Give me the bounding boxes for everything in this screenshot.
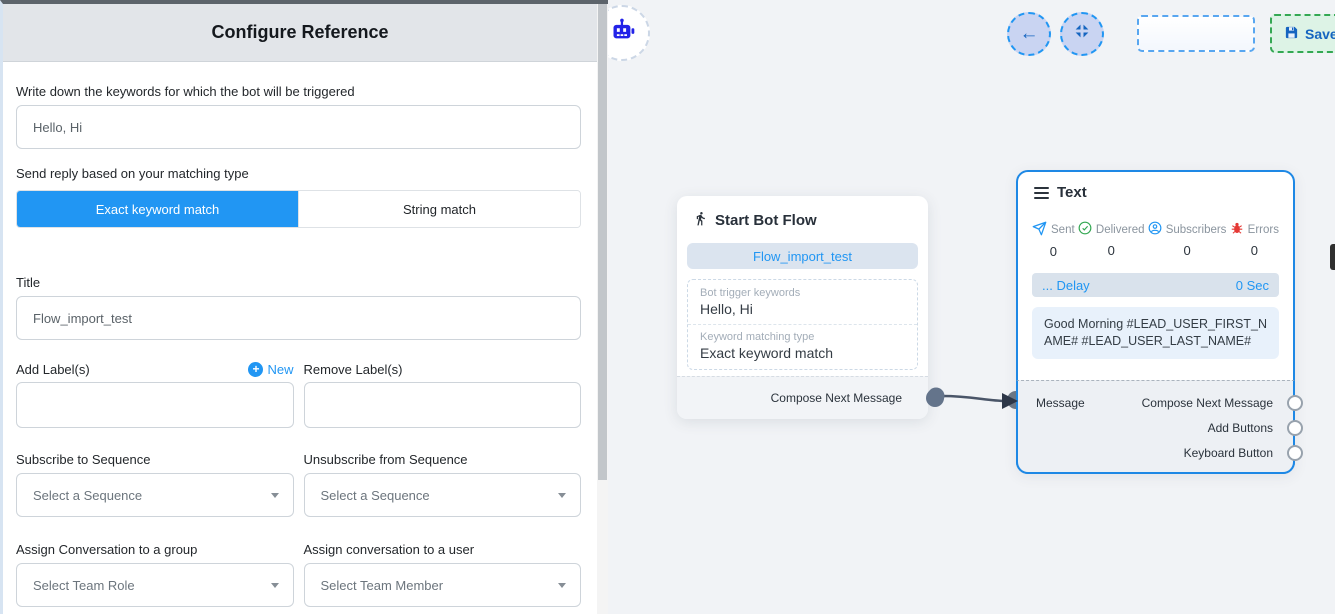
keywords-input[interactable]: Hello, Hi bbox=[16, 105, 581, 149]
start-node-footer: Compose Next Message bbox=[677, 376, 928, 419]
errors-icon bbox=[1230, 221, 1244, 238]
assign-user-label: Assign conversation to a user bbox=[304, 542, 582, 557]
unsubscribe-sequence-value: Select a Sequence bbox=[321, 488, 430, 503]
unsubscribe-sequence-label: Unsubscribe from Sequence bbox=[304, 452, 582, 467]
configure-panel: Configure Reference Write down the keywo… bbox=[0, 0, 597, 614]
fit-view-button[interactable] bbox=[1060, 12, 1104, 56]
matching-type-info-value: Exact keyword match bbox=[700, 345, 905, 361]
errors-value: 0 bbox=[1251, 243, 1258, 258]
new-label-text: New bbox=[267, 362, 293, 377]
back-button[interactable]: ← bbox=[1007, 12, 1051, 56]
subscribers-value: 0 bbox=[1183, 243, 1190, 258]
chevron-down-icon bbox=[271, 493, 279, 498]
sent-icon bbox=[1032, 221, 1047, 239]
keyboard-button-output-port[interactable] bbox=[1287, 445, 1303, 461]
bot-avatar[interactable] bbox=[608, 5, 650, 61]
chevron-down-icon bbox=[558, 583, 566, 588]
compose-next-message-label: Compose Next Message bbox=[771, 391, 902, 405]
start-bot-flow-node[interactable]: Start Bot Flow Flow_import_test Bot trig… bbox=[677, 196, 928, 419]
add-labels-label: Add Label(s) bbox=[16, 362, 90, 377]
assign-user-select[interactable]: Select Team Member bbox=[304, 563, 582, 607]
delay-row[interactable]: ... Delay 0 Sec bbox=[1032, 273, 1279, 297]
text-node-title: Text bbox=[1057, 184, 1087, 201]
keyboard-button-output-label: Keyboard Button bbox=[1184, 446, 1273, 460]
remove-labels-label: Remove Label(s) bbox=[304, 362, 403, 377]
subscribers-label: Subscribers bbox=[1166, 224, 1227, 236]
tab-string-match[interactable]: String match bbox=[298, 191, 580, 227]
compress-icon bbox=[1073, 22, 1091, 46]
keywords-label: Write down the keywords for which the bo… bbox=[16, 84, 581, 99]
subscribe-sequence-label: Subscribe to Sequence bbox=[16, 452, 294, 467]
new-label-button[interactable]: New bbox=[248, 362, 293, 377]
add-buttons-output-label: Add Buttons bbox=[1208, 421, 1273, 435]
text-node-footer: Message Compose Next Message Add Buttons… bbox=[1016, 380, 1295, 474]
compose-next-message-port[interactable] bbox=[926, 389, 944, 407]
canvas-scrollbar-thumb[interactable] bbox=[1330, 244, 1335, 270]
subscribers-icon bbox=[1148, 221, 1162, 238]
assign-group-label: Assign Conversation to a group bbox=[16, 542, 294, 557]
compose-next-message-output-port[interactable] bbox=[1287, 395, 1303, 411]
panel-header: Configure Reference bbox=[3, 4, 597, 62]
plus-icon bbox=[248, 362, 263, 377]
robot-icon bbox=[609, 17, 636, 49]
add-buttons-output-port[interactable] bbox=[1287, 420, 1303, 436]
stats-row: Sent 0 Delivered 0 Subscribers bbox=[1018, 221, 1293, 259]
panel-body: Write down the keywords for which the bo… bbox=[3, 62, 597, 607]
divider bbox=[688, 324, 917, 325]
matching-type-tabs: Exact keyword match String match bbox=[16, 190, 581, 228]
delivered-icon bbox=[1078, 221, 1092, 238]
subscribe-sequence-select[interactable]: Select a Sequence bbox=[16, 473, 294, 517]
add-labels-input[interactable] bbox=[16, 382, 294, 428]
message-bubble[interactable]: Good Morning #LEAD_USER_FIRST_NAME# #LEA… bbox=[1032, 307, 1279, 359]
start-node-title: Start Bot Flow bbox=[715, 212, 817, 229]
chevron-down-icon bbox=[271, 583, 279, 588]
menu-icon[interactable] bbox=[1034, 187, 1049, 199]
tab-exact-keyword-match[interactable]: Exact keyword match bbox=[17, 191, 298, 227]
title-label: Title bbox=[16, 275, 581, 290]
flow-name-pill[interactable]: Flow_import_test bbox=[687, 243, 918, 269]
text-message-node[interactable]: Text Sent 0 Delivered 0 bbox=[1016, 170, 1295, 474]
errors-label: Errors bbox=[1248, 224, 1279, 236]
delay-value: 0 Sec bbox=[1236, 278, 1269, 293]
panel-scrollbar-thumb[interactable] bbox=[598, 4, 607, 480]
matching-type-label: Send reply based on your matching type bbox=[16, 166, 581, 181]
save-icon bbox=[1284, 25, 1299, 43]
matching-type-info-label: Keyword matching type bbox=[700, 331, 905, 343]
trigger-keywords-value: Hello, Hi bbox=[700, 301, 905, 317]
title-input[interactable]: Flow_import_test bbox=[16, 296, 581, 340]
start-node-details: Bot trigger keywords Hello, Hi Keyword m… bbox=[687, 279, 918, 370]
compose-next-message-output-label: Compose Next Message bbox=[1142, 396, 1273, 410]
delay-label: ... Delay bbox=[1042, 278, 1090, 293]
flow-canvas[interactable]: ← Save Start Bot Flow bbox=[608, 0, 1335, 614]
back-arrow-icon: ← bbox=[1020, 23, 1039, 45]
assign-group-value: Select Team Role bbox=[33, 578, 135, 593]
save-button[interactable]: Save bbox=[1270, 14, 1335, 53]
trigger-keywords-label: Bot trigger keywords bbox=[700, 287, 905, 299]
save-label: Save bbox=[1305, 26, 1335, 42]
panel-scrollbar[interactable] bbox=[597, 0, 608, 614]
assign-group-select[interactable]: Select Team Role bbox=[16, 563, 294, 607]
page-title: Configure Reference bbox=[211, 22, 388, 43]
delivered-label: Delivered bbox=[1096, 224, 1145, 236]
message-input-label: Message bbox=[1036, 390, 1085, 415]
remove-labels-input[interactable] bbox=[304, 382, 582, 428]
walking-person-icon bbox=[693, 210, 708, 231]
chevron-down-icon bbox=[558, 493, 566, 498]
delivered-value: 0 bbox=[1108, 243, 1115, 258]
subscribe-sequence-value: Select a Sequence bbox=[33, 488, 142, 503]
assign-user-value: Select Team Member bbox=[321, 578, 444, 593]
sent-value: 0 bbox=[1050, 244, 1057, 259]
flow-name-field[interactable] bbox=[1137, 15, 1255, 52]
unsubscribe-sequence-select[interactable]: Select a Sequence bbox=[304, 473, 582, 517]
sent-label: Sent bbox=[1051, 224, 1075, 236]
